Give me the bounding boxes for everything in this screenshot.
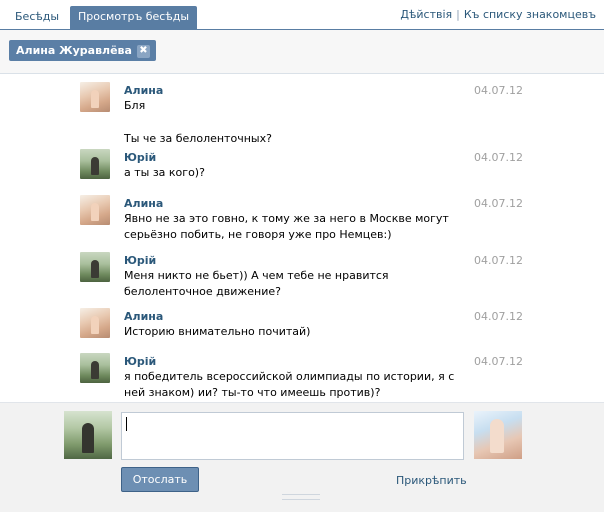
close-icon[interactable]: ✖ bbox=[136, 45, 150, 58]
message-author[interactable]: Юрій bbox=[124, 151, 156, 164]
message-author[interactable]: Алина bbox=[124, 84, 163, 97]
recipient-chip[interactable]: Алина Журавлёва ✖ bbox=[9, 40, 156, 61]
recipient-name: Алина Журавлёва bbox=[16, 44, 132, 57]
tab-view-conversation[interactable]: Просмотръ бесѣды bbox=[70, 6, 197, 30]
message-date: 04.07.12 bbox=[474, 84, 523, 97]
avatar-alina[interactable] bbox=[80, 82, 110, 112]
attach-link[interactable]: Прикрѣпить bbox=[396, 474, 467, 487]
text-caret bbox=[126, 417, 127, 431]
top-links: Дѣйствія | Къ списку знакомцевъ bbox=[400, 8, 596, 21]
message-author[interactable]: Юрій bbox=[124, 254, 156, 267]
message-input[interactable] bbox=[121, 412, 464, 460]
message-text: Меня никто не бьет)) А чем тебе не нрави… bbox=[124, 269, 389, 298]
tab-conversations[interactable]: Бесѣды bbox=[8, 6, 66, 30]
link-separator: | bbox=[456, 8, 460, 21]
message-date: 04.07.12 bbox=[474, 254, 523, 267]
back-to-list-link[interactable]: Къ списку знакомцевъ bbox=[464, 8, 596, 21]
message-text: я победитель всероссийской олимпиады по … bbox=[124, 370, 455, 399]
message-text: Ты че за белоленточных? bbox=[124, 132, 272, 145]
message-text: Историю внимательно почитай) bbox=[124, 325, 311, 338]
message-author[interactable]: Алина bbox=[124, 197, 163, 210]
avatar-yuri[interactable] bbox=[80, 353, 110, 383]
avatar-alina[interactable] bbox=[80, 195, 110, 225]
recipient-row: Алина Журавлёва ✖ bbox=[0, 30, 604, 74]
resize-grip[interactable] bbox=[282, 494, 320, 500]
message-text: Явно не за это говно, к тому же за него … bbox=[124, 212, 449, 241]
message-text: а ты за кого)? bbox=[124, 166, 205, 179]
message-text: Бля bbox=[124, 99, 146, 112]
message-date: 04.07.12 bbox=[474, 310, 523, 323]
message-composer: Отослать Прикрѣпить bbox=[0, 402, 604, 512]
recipient-avatar[interactable] bbox=[474, 411, 522, 459]
message-author[interactable]: Алина bbox=[124, 310, 163, 323]
message-author[interactable]: Юрій bbox=[124, 355, 156, 368]
top-tab-bar: Бесѣды Просмотръ бесѣды Дѣйствія | Къ спис… bbox=[0, 0, 604, 30]
avatar-yuri[interactable] bbox=[80, 149, 110, 179]
avatar-yuri[interactable] bbox=[80, 252, 110, 282]
message-date: 04.07.12 bbox=[474, 151, 523, 164]
message-list: Алина 04.07.12 Бля Ты че за белоленточны… bbox=[0, 74, 604, 402]
message-date: 04.07.12 bbox=[474, 197, 523, 210]
my-avatar[interactable] bbox=[64, 411, 112, 459]
send-button[interactable]: Отослать bbox=[121, 467, 199, 492]
actions-link[interactable]: Дѣйствія bbox=[400, 8, 452, 21]
avatar-alina[interactable] bbox=[80, 308, 110, 338]
message-date: 04.07.12 bbox=[474, 355, 523, 368]
